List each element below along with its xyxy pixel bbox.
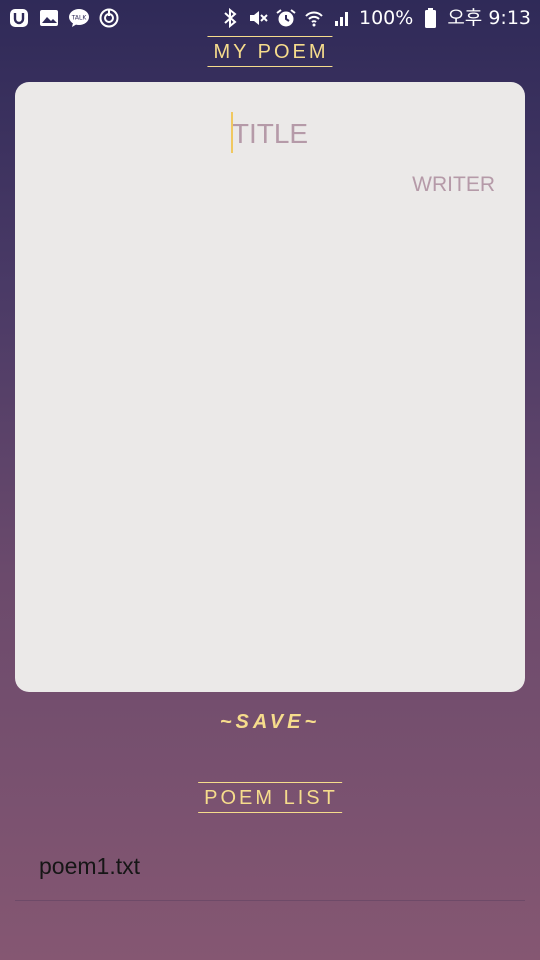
battery-percent: 100% — [359, 7, 414, 29]
u-plus-icon — [8, 7, 30, 29]
writer-input[interactable] — [295, 170, 495, 200]
poem-list: poem1.txt — [15, 832, 525, 901]
title-input[interactable] — [15, 108, 525, 160]
signal-icon — [331, 7, 353, 29]
poem-body-input[interactable] — [35, 212, 509, 676]
kakaotalk-icon: TALK — [68, 7, 90, 29]
poem-list-title: POEM LIST — [198, 782, 342, 813]
bluetooth-icon — [219, 7, 241, 29]
list-item[interactable]: poem1.txt — [15, 832, 525, 901]
kakaotalk-badge: TALK — [71, 15, 88, 22]
battery-icon — [419, 7, 441, 29]
wifi-icon — [303, 7, 325, 29]
text-cursor — [231, 112, 233, 153]
status-bar: TALK 100% 오후 9:13 — [0, 0, 540, 36]
list-item-label: poem1.txt — [39, 852, 140, 879]
poem-editor-card — [15, 82, 525, 692]
mute-icon — [247, 7, 269, 29]
sync-icon — [98, 7, 120, 29]
system-icons: 100% 오후 9:13 — [219, 6, 531, 30]
gallery-icon — [38, 7, 60, 29]
notification-icons: TALK — [8, 7, 120, 29]
clock: 오후 9:13 — [447, 7, 531, 29]
page-title: MY POEM — [207, 36, 333, 67]
save-button[interactable]: ~SAVE~ — [220, 711, 320, 734]
alarm-icon — [275, 7, 297, 29]
